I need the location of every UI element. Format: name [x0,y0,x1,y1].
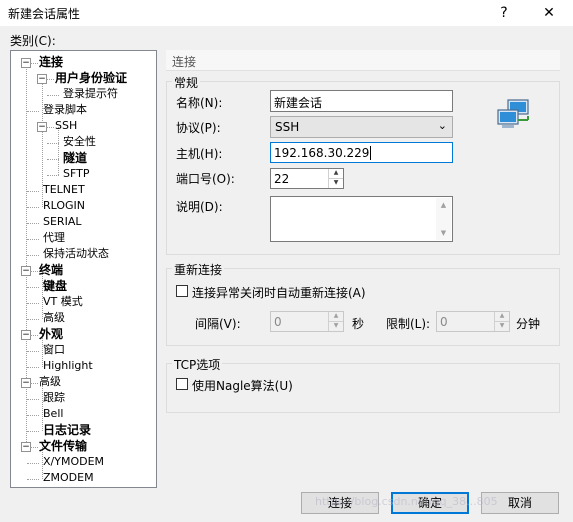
limit-spinner[interactable]: ▲ ▼ [494,312,509,331]
description-scrollbar[interactable]: ▲ ▼ [436,198,451,240]
interval-label: 间隔(V): [195,317,241,331]
limit-label: 限制(L): [386,317,431,331]
interval-value: 0 [274,315,282,329]
tree-item[interactable]: Bell [43,407,63,421]
tree-item[interactable]: 登录脚本 [43,103,87,117]
tree-item[interactable]: 登录提示符 [63,87,118,101]
seconds-unit: 秒 [352,317,365,331]
tree-item[interactable]: 日志记录 [43,423,91,437]
panel-header [166,50,560,71]
window-title: 新建会话属性 [8,7,81,21]
tree-item[interactable]: 外观 [39,327,63,341]
tree-item[interactable]: TELNET [43,183,85,197]
spin-down-icon[interactable]: ▼ [329,322,343,332]
title-bar [0,0,573,26]
auto-reconnect-checkbox[interactable] [176,285,188,297]
tree-item[interactable]: RLOGIN [43,199,85,213]
tree-item[interactable]: SFTP [63,167,89,181]
port-label: 端口号(O): [176,172,235,186]
text-cursor [370,146,372,160]
limit-input[interactable]: 0 ▲ ▼ [436,311,510,332]
tree-item[interactable]: VT 模式 [43,295,83,309]
auto-reconnect-label: 连接异常关闭时自动重新连接(A) [192,286,366,300]
scroll-up-icon[interactable]: ▲ [436,198,451,212]
protocol-label: 协议(P): [176,121,221,135]
interval-input[interactable]: 0 ▲ ▼ [270,311,344,332]
port-value: 22 [274,172,290,186]
tree-item[interactable]: 高级 [39,375,61,389]
tree-item[interactable]: SERIAL [43,215,81,229]
tree-item[interactable]: 连接 [39,55,63,69]
tree-item[interactable]: 键盘 [43,279,67,293]
category-tree[interactable]: − 连接 − 用户身份验证 登录提示符 登录脚本 − SSH 安全性 隧道 SFTP TELNET RL… [10,50,157,488]
host-label: 主机(H): [176,147,223,161]
spin-down-icon[interactable]: ▼ [495,322,509,332]
name-input[interactable]: 新建会话 [270,90,453,112]
description-textarea[interactable]: ▲ ▼ [270,196,453,242]
tree-item[interactable]: 终端 [39,263,63,277]
tree-item[interactable]: 窗口 [43,343,65,357]
tree-item[interactable]: 跟踪 [43,391,65,405]
tree-item[interactable]: 高级 [43,311,65,325]
panel-title: 连接 [172,55,197,69]
description-label: 说明(D): [176,200,223,214]
spin-down-icon[interactable]: ▼ [329,179,343,189]
port-input[interactable]: 22 ▲ ▼ [270,168,344,189]
general-group-label: 常规 [172,74,201,91]
close-button[interactable]: ✕ [535,3,563,23]
tree-item[interactable]: 用户身份验证 [55,71,127,85]
nagle-label: 使用Nagle算法(U) [192,379,293,393]
host-input[interactable]: 192.168.30.229 [270,142,453,163]
spin-up-icon[interactable]: ▲ [329,312,343,322]
tree-item[interactable]: X/YMODEM [43,455,104,469]
tcp-group-label: TCP选项 [172,356,223,373]
protocol-select[interactable]: SSH ⌄ [270,116,453,138]
computers-network-icon [497,99,529,128]
reconnect-group-label: 重新连接 [172,261,225,278]
name-label: 名称(N): [176,96,223,110]
interval-spinner[interactable]: ▲ ▼ [328,312,343,331]
tree-item[interactable]: 代理 [43,231,65,245]
protocol-value: SSH [275,120,300,134]
tree-item[interactable]: SSH [55,119,77,133]
reconnect-group [166,268,560,346]
minutes-unit: 分钟 [516,317,541,331]
spin-up-icon[interactable]: ▲ [329,169,343,179]
tree-item[interactable]: ZMODEM [43,471,94,485]
spin-up-icon[interactable]: ▲ [495,312,509,322]
host-value: 192.168.30.229 [274,146,370,160]
port-spinner[interactable]: ▲ ▼ [328,169,343,188]
tree-item[interactable]: Highlight [43,359,93,373]
help-button[interactable]: ? [490,3,518,23]
category-label: 类别(C): [10,34,56,48]
nagle-checkbox[interactable] [176,378,188,390]
watermark: https://blog.csdn.net/qq_38...805 [315,495,498,508]
limit-value: 0 [440,315,448,329]
chevron-down-icon: ⌄ [437,119,447,132]
tree-item[interactable]: 文件传输 [39,439,87,453]
tree-item[interactable]: 保持活动状态 [43,247,109,261]
scroll-down-icon[interactable]: ▼ [436,226,451,240]
tree-item[interactable]: 安全性 [63,135,96,149]
tree-item[interactable]: 隧道 [63,151,87,165]
